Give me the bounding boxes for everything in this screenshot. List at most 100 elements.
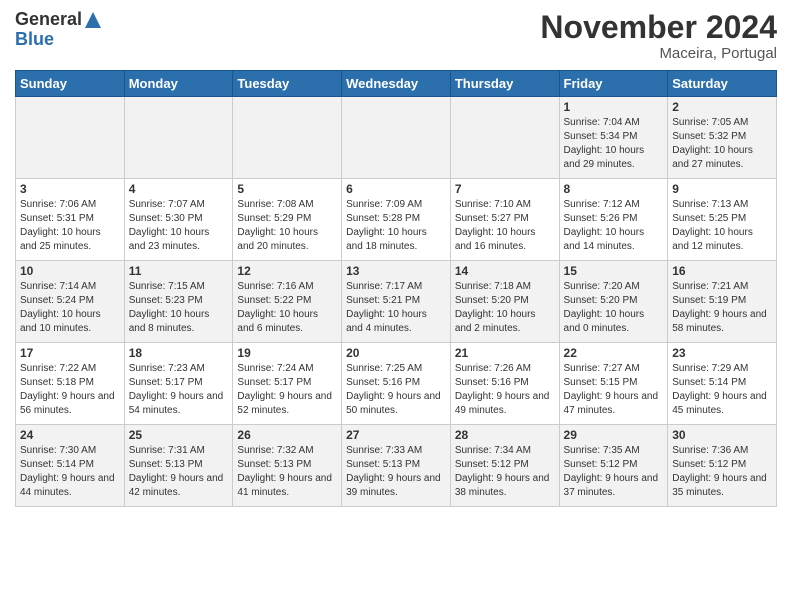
day-number: 13 xyxy=(346,264,446,278)
calendar-row: 17 Sunrise: 7:22 AM Sunset: 5:18 PM Dayli… xyxy=(16,343,777,425)
calendar-row: 10 Sunrise: 7:14 AM Sunset: 5:24 PM Dayli… xyxy=(16,261,777,343)
day-number: 5 xyxy=(237,182,337,196)
cell-info: Sunrise: 7:14 AM Sunset: 5:24 PM Dayligh… xyxy=(20,280,120,336)
calendar-cell: 6 Sunrise: 7:09 AM Sunset: 5:28 PM Daylig… xyxy=(342,179,451,261)
calendar-cell: 4 Sunrise: 7:07 AM Sunset: 5:30 PM Daylig… xyxy=(124,179,233,261)
calendar-cell: 8Sunrise: 7:12 AM Sunset: 5:26 PM Daylig… xyxy=(559,179,668,261)
day-number: 26 xyxy=(237,428,337,442)
day-number: 9 xyxy=(672,182,772,196)
day-number: 17 xyxy=(20,346,120,360)
cell-info: Sunrise: 7:20 AM Sunset: 5:20 PM Dayligh… xyxy=(564,280,664,336)
calendar-cell: 23 Sunrise: 7:29 AM Sunset: 5:14 PM Dayli… xyxy=(668,343,777,425)
cell-info: Sunrise: 7:06 AM Sunset: 5:31 PM Dayligh… xyxy=(20,198,120,254)
page: General Blue November 2024 Maceira, Port… xyxy=(0,0,792,522)
day-number: 27 xyxy=(346,428,446,442)
day-number: 14 xyxy=(455,264,555,278)
calendar-cell: 12 Sunrise: 7:16 AM Sunset: 5:22 PM Dayli… xyxy=(233,261,342,343)
weekday-header: Tuesday xyxy=(233,71,342,97)
cell-info: Sunrise: 7:05 AM Sunset: 5:32 PM Dayligh… xyxy=(672,116,772,172)
logo-icon xyxy=(84,11,102,29)
calendar-cell: 10 Sunrise: 7:14 AM Sunset: 5:24 PM Dayli… xyxy=(16,261,125,343)
day-number: 2 xyxy=(672,100,772,114)
cell-info: Sunrise: 7:21 AM Sunset: 5:19 PM Dayligh… xyxy=(672,280,772,336)
calendar-cell: 14 Sunrise: 7:18 AM Sunset: 5:20 PM Dayli… xyxy=(450,261,559,343)
calendar-cell: 28Sunrise: 7:34 AM Sunset: 5:12 PM Dayli… xyxy=(450,425,559,507)
cell-info: Sunrise: 7:07 AM Sunset: 5:30 PM Dayligh… xyxy=(129,198,229,254)
cell-info: Sunrise: 7:35 AM Sunset: 5:12 PM Dayligh… xyxy=(564,444,664,500)
calendar-cell: 18 Sunrise: 7:23 AM Sunset: 5:17 PM Dayli… xyxy=(124,343,233,425)
cell-info: Sunrise: 7:09 AM Sunset: 5:28 PM Dayligh… xyxy=(346,198,446,254)
month-title: November 2024 xyxy=(540,10,777,45)
cell-info: Sunrise: 7:24 AM Sunset: 5:17 PM Dayligh… xyxy=(237,362,337,418)
cell-info: Sunrise: 7:26 AM Sunset: 5:16 PM Dayligh… xyxy=(455,362,555,418)
cell-info: Sunrise: 7:08 AM Sunset: 5:29 PM Dayligh… xyxy=(237,198,337,254)
cell-info: Sunrise: 7:23 AM Sunset: 5:17 PM Dayligh… xyxy=(129,362,229,418)
calendar-cell: 27 Sunrise: 7:33 AM Sunset: 5:13 PM Dayli… xyxy=(342,425,451,507)
weekday-header: Friday xyxy=(559,71,668,97)
calendar-cell: 3 Sunrise: 7:06 AM Sunset: 5:31 PM Daylig… xyxy=(16,179,125,261)
day-number: 3 xyxy=(20,182,120,196)
cell-info: Sunrise: 7:22 AM Sunset: 5:18 PM Dayligh… xyxy=(20,362,120,418)
day-number: 21 xyxy=(455,346,555,360)
calendar-row: 1 Sunrise: 7:04 AM Sunset: 5:34 PM Daylig… xyxy=(16,97,777,179)
calendar-cell: 15 Sunrise: 7:20 AM Sunset: 5:20 PM Dayli… xyxy=(559,261,668,343)
calendar-cell: 16 Sunrise: 7:21 AM Sunset: 5:19 PM Dayli… xyxy=(668,261,777,343)
logo-general-text: General xyxy=(15,10,82,30)
calendar-row: 24 Sunrise: 7:30 AM Sunset: 5:14 PM Dayli… xyxy=(16,425,777,507)
calendar-cell: 25Sunrise: 7:31 AM Sunset: 5:13 PM Dayli… xyxy=(124,425,233,507)
calendar-cell: 2 Sunrise: 7:05 AM Sunset: 5:32 PM Daylig… xyxy=(668,97,777,179)
calendar-cell: 22Sunrise: 7:27 AM Sunset: 5:15 PM Dayli… xyxy=(559,343,668,425)
day-number: 28 xyxy=(455,428,555,442)
calendar-cell: 1 Sunrise: 7:04 AM Sunset: 5:34 PM Daylig… xyxy=(559,97,668,179)
cell-info: Sunrise: 7:27 AM Sunset: 5:15 PM Dayligh… xyxy=(564,362,664,418)
cell-info: Sunrise: 7:29 AM Sunset: 5:14 PM Dayligh… xyxy=(672,362,772,418)
calendar-cell: 26 Sunrise: 7:32 AM Sunset: 5:13 PM Dayli… xyxy=(233,425,342,507)
calendar-cell xyxy=(16,97,125,179)
cell-info: Sunrise: 7:25 AM Sunset: 5:16 PM Dayligh… xyxy=(346,362,446,418)
calendar-cell: 19 Sunrise: 7:24 AM Sunset: 5:17 PM Dayli… xyxy=(233,343,342,425)
day-number: 18 xyxy=(129,346,229,360)
weekday-header: Wednesday xyxy=(342,71,451,97)
day-number: 16 xyxy=(672,264,772,278)
cell-info: Sunrise: 7:16 AM Sunset: 5:22 PM Dayligh… xyxy=(237,280,337,336)
day-number: 6 xyxy=(346,182,446,196)
cell-info: Sunrise: 7:31 AM Sunset: 5:13 PM Dayligh… xyxy=(129,444,229,500)
cell-info: Sunrise: 7:17 AM Sunset: 5:21 PM Dayligh… xyxy=(346,280,446,336)
day-number: 10 xyxy=(20,264,120,278)
cell-info: Sunrise: 7:13 AM Sunset: 5:25 PM Dayligh… xyxy=(672,198,772,254)
calendar-cell: 11Sunrise: 7:15 AM Sunset: 5:23 PM Dayli… xyxy=(124,261,233,343)
logo-blue-text: Blue xyxy=(15,30,102,50)
location: Maceira, Portugal xyxy=(540,45,777,62)
day-number: 12 xyxy=(237,264,337,278)
calendar-cell: 13 Sunrise: 7:17 AM Sunset: 5:21 PM Dayli… xyxy=(342,261,451,343)
cell-info: Sunrise: 7:18 AM Sunset: 5:20 PM Dayligh… xyxy=(455,280,555,336)
day-number: 23 xyxy=(672,346,772,360)
day-number: 30 xyxy=(672,428,772,442)
cell-info: Sunrise: 7:30 AM Sunset: 5:14 PM Dayligh… xyxy=(20,444,120,500)
day-number: 15 xyxy=(564,264,664,278)
calendar-cell xyxy=(450,97,559,179)
calendar-row: 3 Sunrise: 7:06 AM Sunset: 5:31 PM Daylig… xyxy=(16,179,777,261)
day-number: 20 xyxy=(346,346,446,360)
day-number: 11 xyxy=(129,264,229,278)
calendar-cell: 9 Sunrise: 7:13 AM Sunset: 5:25 PM Daylig… xyxy=(668,179,777,261)
weekday-header: Thursday xyxy=(450,71,559,97)
calendar-cell: 21 Sunrise: 7:26 AM Sunset: 5:16 PM Dayli… xyxy=(450,343,559,425)
cell-info: Sunrise: 7:10 AM Sunset: 5:27 PM Dayligh… xyxy=(455,198,555,254)
cell-info: Sunrise: 7:32 AM Sunset: 5:13 PM Dayligh… xyxy=(237,444,337,500)
weekday-header: Saturday xyxy=(668,71,777,97)
day-number: 4 xyxy=(129,182,229,196)
calendar-cell: 30Sunrise: 7:36 AM Sunset: 5:12 PM Dayli… xyxy=(668,425,777,507)
calendar-cell: 29Sunrise: 7:35 AM Sunset: 5:12 PM Dayli… xyxy=(559,425,668,507)
calendar-cell: 7Sunrise: 7:10 AM Sunset: 5:27 PM Daylig… xyxy=(450,179,559,261)
calendar-cell: 5 Sunrise: 7:08 AM Sunset: 5:29 PM Daylig… xyxy=(233,179,342,261)
title-area: November 2024 Maceira, Portugal xyxy=(540,10,777,62)
day-number: 1 xyxy=(564,100,664,114)
day-number: 24 xyxy=(20,428,120,442)
calendar-table: SundayMondayTuesdayWednesdayThursdayFrid… xyxy=(15,70,777,507)
cell-info: Sunrise: 7:04 AM Sunset: 5:34 PM Dayligh… xyxy=(564,116,664,172)
cell-info: Sunrise: 7:33 AM Sunset: 5:13 PM Dayligh… xyxy=(346,444,446,500)
logo: General Blue xyxy=(15,10,102,50)
calendar-cell: 24 Sunrise: 7:30 AM Sunset: 5:14 PM Dayli… xyxy=(16,425,125,507)
day-number: 19 xyxy=(237,346,337,360)
